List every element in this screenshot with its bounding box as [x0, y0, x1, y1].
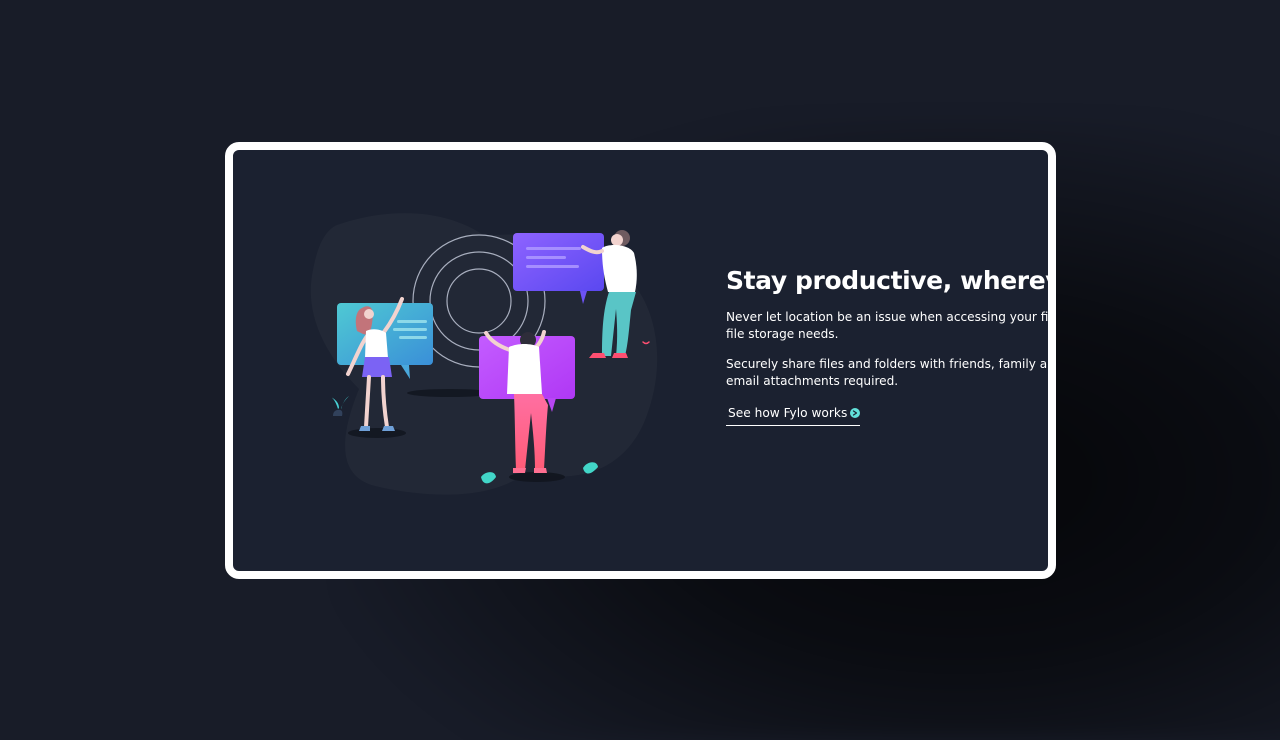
see-how-fylo-works-link[interactable]: See how Fylo works — [726, 405, 861, 426]
paragraph-sharing: Securely share files and folders with fr… — [726, 356, 1056, 390]
headline: Stay productive, whereve — [726, 266, 1056, 295]
paragraph-sharing-line-1: Securely share files and folders with fr… — [726, 356, 1056, 371]
paragraph-location-line-1: Never let location be an issue when acce… — [726, 309, 1056, 324]
feature-copy: Stay productive, whereve Never let locat… — [726, 266, 1056, 426]
screenshot-card: Stay productive, whereve Never let locat… — [225, 142, 1056, 579]
paragraph-location: Never let location be an issue when acce… — [726, 309, 1056, 343]
productivity-illustration — [310, 213, 658, 495]
paragraph-sharing-line-2: email attachments required. — [726, 373, 899, 388]
arrow-right-circle-icon — [850, 407, 861, 418]
paragraph-location-line-2: file storage needs. — [726, 326, 839, 341]
link-label: See how Fylo works — [728, 405, 848, 420]
